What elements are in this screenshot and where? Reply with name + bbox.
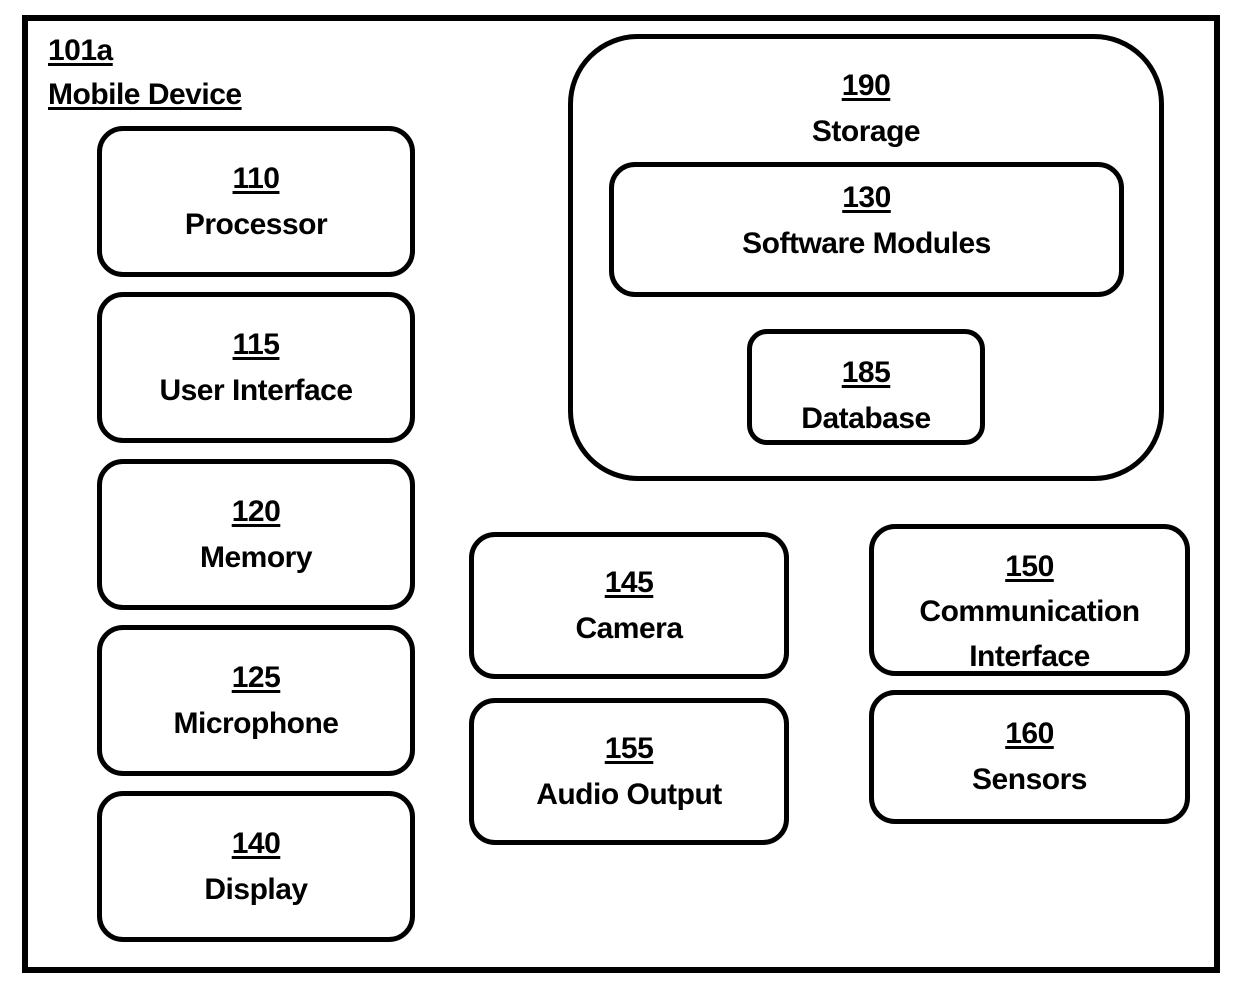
- memory-box: 120 Memory: [97, 459, 415, 610]
- display-number: 140: [231, 826, 281, 860]
- user-interface-box: 115 User Interface: [97, 292, 415, 443]
- processor-box: 110 Processor: [97, 126, 415, 277]
- memory-label: Memory: [199, 540, 313, 574]
- communication-interface-number: 150: [1005, 550, 1054, 583]
- database-label: Database: [801, 402, 931, 435]
- user-interface-number: 115: [232, 327, 280, 361]
- audio-output-box: 155 Audio Output: [469, 698, 789, 845]
- sensors-box: 160 Sensors: [869, 690, 1190, 824]
- microphone-label: Microphone: [173, 706, 340, 740]
- communication-interface-label: Communication Interface: [919, 595, 1140, 673]
- camera-label: Camera: [575, 611, 683, 645]
- software-modules-number: 130: [842, 181, 891, 214]
- software-modules-label: Software Modules: [742, 227, 991, 260]
- microphone-box: 125 Microphone: [97, 625, 415, 776]
- audio-output-label: Audio Output: [536, 777, 722, 811]
- device-label: Mobile Device: [48, 78, 242, 111]
- memory-number: 120: [231, 494, 281, 528]
- display-box: 140 Display: [97, 791, 415, 942]
- microphone-number: 125: [231, 660, 281, 694]
- database-box: 185 Database: [747, 329, 985, 445]
- database-number: 185: [841, 356, 891, 389]
- camera-number: 145: [604, 565, 654, 599]
- storage-label: Storage: [811, 115, 921, 148]
- camera-box: 145 Camera: [469, 532, 789, 679]
- sensors-number: 160: [1005, 717, 1054, 750]
- processor-number: 110: [232, 161, 280, 195]
- software-modules-box: 130 Software Modules: [609, 162, 1124, 297]
- storage-number: 190: [841, 69, 891, 102]
- audio-output-number: 155: [604, 731, 654, 765]
- device-number: 101a: [48, 34, 113, 67]
- display-label: Display: [204, 872, 308, 906]
- communication-interface-box: 150 Communication Interface: [869, 524, 1190, 676]
- processor-label: Processor: [184, 207, 328, 241]
- sensors-label: Sensors: [972, 763, 1087, 796]
- user-interface-label: User Interface: [159, 373, 353, 407]
